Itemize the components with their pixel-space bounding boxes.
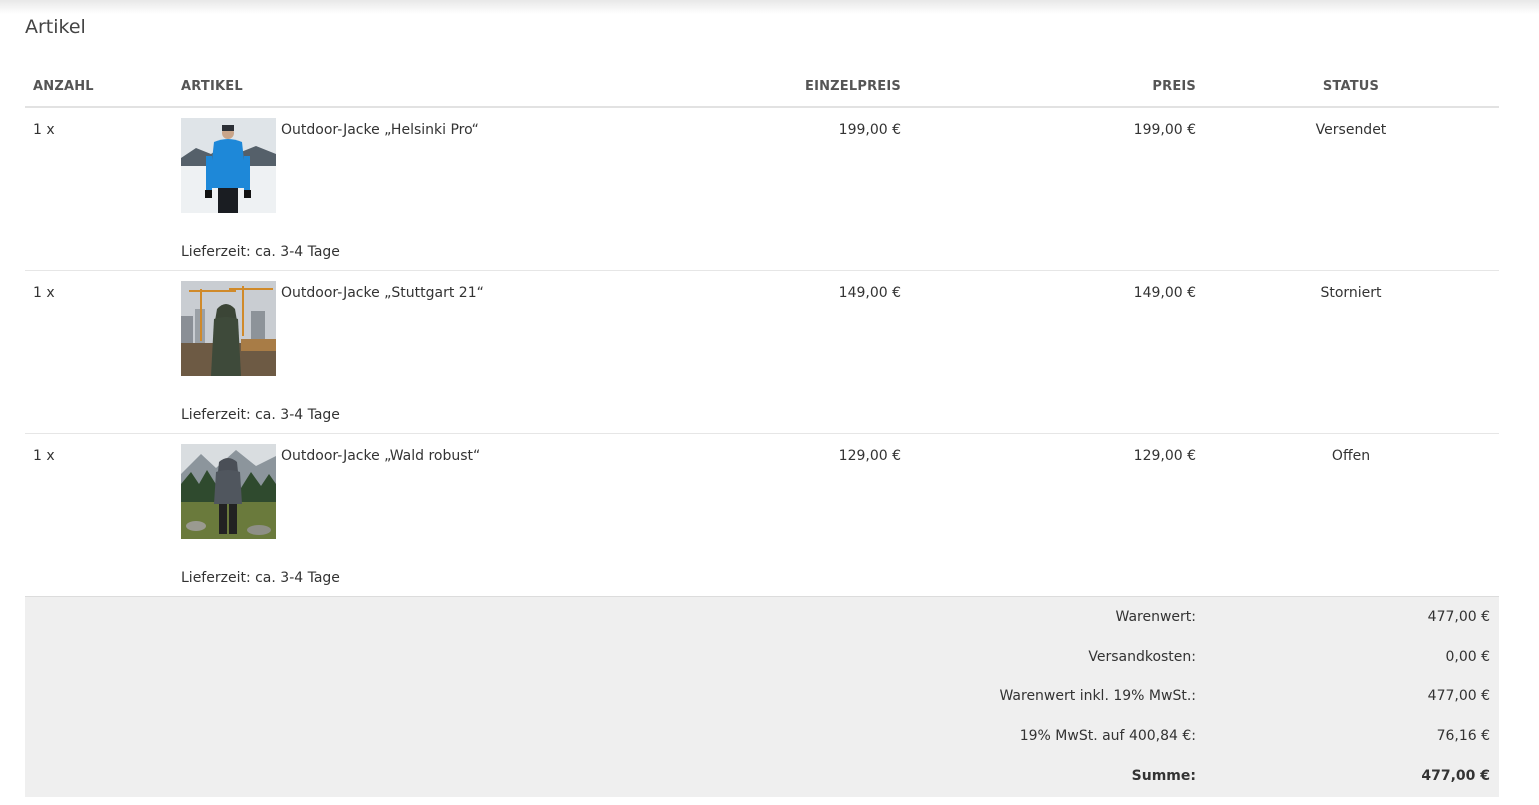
totals-value: 76,16 € — [1436, 728, 1490, 744]
table-header: ANZAHL ARTIKEL EINZELPREIS PREIS STATUS — [25, 66, 1499, 108]
order-totals: Warenwert: 477,00 € Versandkosten: 0,00 … — [25, 596, 1499, 797]
totals-value: 477,00 € — [1427, 609, 1490, 625]
item-unit-price: 149,00 € — [838, 285, 901, 301]
totals-vat: 19% MwSt. auf 400,84 €: 76,16 € — [25, 728, 1499, 748]
totals-shipping: Versandkosten: 0,00 € — [25, 649, 1499, 669]
totals-label: Warenwert: — [1115, 609, 1197, 625]
table-row: 1 x Outdoor-Jacke „Stuttgart 21“ 149,00 … — [25, 271, 1499, 434]
totals-goods-value: Warenwert: 477,00 € — [25, 609, 1499, 629]
header-status: STATUS — [1322, 79, 1380, 94]
header-unit-price: EINZELPREIS — [804, 79, 901, 94]
item-name[interactable]: Outdoor-Jacke „Stuttgart 21“ — [281, 285, 484, 301]
item-status: Offen — [1331, 448, 1371, 464]
item-quantity: 1 x — [33, 285, 55, 301]
product-image-helsinki[interactable] — [181, 118, 276, 213]
product-image-wald[interactable] — [181, 444, 276, 539]
item-delivery-time: Lieferzeit: ca. 3-4 Tage — [181, 407, 340, 423]
totals-label: Versandkosten: — [1088, 649, 1196, 665]
totals-value: 477,00 € — [1421, 768, 1490, 784]
totals-value: 0,00 € — [1445, 649, 1490, 665]
item-delivery-time: Lieferzeit: ca. 3-4 Tage — [181, 244, 340, 260]
totals-value: 477,00 € — [1427, 688, 1490, 704]
header-price: PREIS — [1152, 79, 1196, 94]
item-status: Versendet — [1315, 122, 1387, 138]
top-shadow — [0, 0, 1539, 14]
totals-sum: Summe: 477,00 € — [25, 768, 1499, 788]
table-row: 1 x Outdoor-Jacke „Wald robust“ 129,00 €… — [25, 434, 1499, 597]
item-price: 199,00 € — [1133, 122, 1196, 138]
totals-label: Summe: — [1131, 768, 1196, 784]
item-quantity: 1 x — [33, 448, 55, 464]
item-unit-price: 199,00 € — [838, 122, 901, 138]
section-title: Artikel — [25, 16, 86, 38]
totals-label: Warenwert inkl. 19% MwSt.: — [999, 688, 1196, 704]
item-price: 129,00 € — [1133, 448, 1196, 464]
header-quantity: ANZAHL — [33, 79, 94, 94]
table-row: 1 x Outdoor-Jacke „Helsinki Pro“ 199,00 … — [25, 108, 1499, 271]
totals-label: 19% MwSt. auf 400,84 €: — [1019, 728, 1196, 744]
item-status: Storniert — [1320, 285, 1382, 301]
item-name[interactable]: Outdoor-Jacke „Helsinki Pro“ — [281, 122, 479, 138]
item-delivery-time: Lieferzeit: ca. 3-4 Tage — [181, 570, 340, 586]
product-image-stuttgart[interactable] — [181, 281, 276, 376]
header-article: ARTIKEL — [181, 79, 243, 94]
item-name[interactable]: Outdoor-Jacke „Wald robust“ — [281, 448, 480, 464]
item-unit-price: 129,00 € — [838, 448, 901, 464]
item-price: 149,00 € — [1133, 285, 1196, 301]
articles-table: ANZAHL ARTIKEL EINZELPREIS PREIS STATUS … — [25, 66, 1499, 597]
item-quantity: 1 x — [33, 122, 55, 138]
totals-goods-incl-vat: Warenwert inkl. 19% MwSt.: 477,00 € — [25, 688, 1499, 708]
